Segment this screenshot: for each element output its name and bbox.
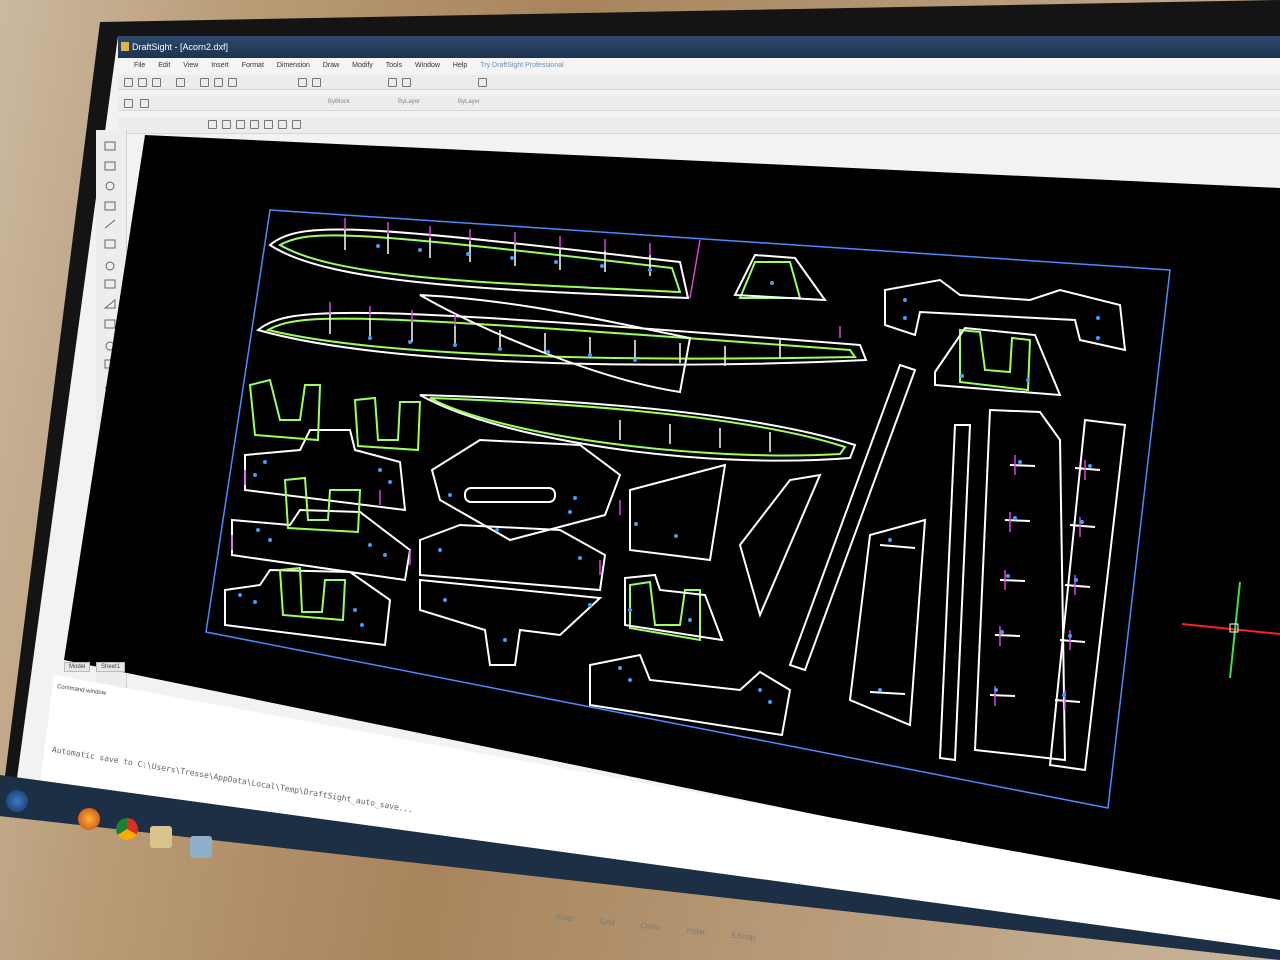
paste-icon[interactable] <box>228 78 237 87</box>
redo-icon[interactable] <box>312 78 321 87</box>
menu-edit[interactable]: Edit <box>158 58 170 74</box>
rib-5 <box>419 523 607 592</box>
polyline-tool-icon[interactable] <box>222 120 231 129</box>
long-strip-1 <box>788 363 917 672</box>
u-bracket-6 <box>959 328 1032 392</box>
menu-view[interactable]: View <box>183 58 198 74</box>
menu-modify[interactable]: Modify <box>352 58 373 74</box>
menu-file[interactable]: File <box>134 58 145 74</box>
rib-3 <box>224 568 392 647</box>
status-grid[interactable]: Grid <box>599 917 615 928</box>
window-title: DraftSight - [Acorn2.dxf] <box>132 42 229 52</box>
rectangle-tool-icon[interactable] <box>264 120 273 129</box>
layout-tabs: Model Sheet1 <box>58 660 258 674</box>
circle-tool-icon[interactable] <box>250 120 259 129</box>
line-tool-icon[interactable] <box>208 120 217 129</box>
menu-insert[interactable]: Insert <box>211 58 229 74</box>
arc-tool-icon[interactable] <box>236 120 245 129</box>
firefox-icon[interactable] <box>78 808 100 830</box>
menu-bar: File Edit View Insert Format Dimension D… <box>118 58 1280 74</box>
print-icon[interactable] <box>176 78 185 87</box>
tab-sheet1[interactable]: Sheet1 <box>96 662 126 672</box>
layer-manager-icon[interactable] <box>124 99 133 108</box>
explorer-icon[interactable] <box>150 826 172 848</box>
status-polar[interactable]: Polar <box>686 926 706 937</box>
status-snap[interactable]: Snap <box>555 912 575 923</box>
text-tool-icon[interactable] <box>292 120 301 129</box>
layer-state-icon[interactable] <box>140 99 149 108</box>
undo-icon[interactable] <box>298 78 307 87</box>
rib-6 <box>419 578 603 666</box>
layer-dropdown[interactable]: ByBlock <box>328 99 350 105</box>
long-strip-2 <box>938 424 972 762</box>
status-ortho[interactable]: Ortho <box>640 921 661 932</box>
open-file-icon[interactable] <box>138 78 147 87</box>
u-bracket-2 <box>353 396 422 452</box>
title-bar: DraftSight - [Acorn2.dxf] <box>118 36 1280 58</box>
cut-icon[interactable] <box>200 78 209 87</box>
new-file-icon[interactable] <box>124 78 133 87</box>
menu-draw[interactable]: Draw <box>323 58 339 74</box>
u-bracket-3 <box>283 476 362 534</box>
spar-4 <box>419 394 857 462</box>
windows-start-icon[interactable] <box>6 790 28 812</box>
pan-icon[interactable] <box>388 78 397 87</box>
menu-format[interactable]: Format <box>242 58 264 74</box>
top-bracket <box>884 278 1127 352</box>
standard-toolbar <box>118 75 1280 90</box>
plate-3 <box>848 518 927 727</box>
try-professional-link[interactable]: Try DraftSight Professional <box>480 58 563 74</box>
save-icon[interactable] <box>152 78 161 87</box>
chrome-icon[interactable] <box>116 818 138 840</box>
tab-model[interactable]: Model <box>64 662 91 672</box>
copy-icon[interactable] <box>214 78 223 87</box>
draw-toolbar <box>118 117 1280 134</box>
properties-icon[interactable] <box>478 78 487 87</box>
zoom-icon[interactable] <box>402 78 411 87</box>
linestyle-dropdown[interactable]: ByLayer <box>398 99 420 105</box>
properties-toolbar: ByBlock ByLayer ByLayer <box>118 96 1280 111</box>
plate-2 <box>738 473 822 618</box>
plate-1 <box>629 463 727 562</box>
menu-window[interactable]: Window <box>415 58 440 74</box>
menu-help[interactable]: Help <box>453 58 467 74</box>
slot-cutout <box>464 487 556 503</box>
draftsight-app-icon <box>121 42 129 51</box>
menu-tools[interactable]: Tools <box>386 58 402 74</box>
lineweight-dropdown[interactable]: ByLayer <box>458 99 480 105</box>
draftsight-taskbar-icon[interactable] <box>190 836 212 858</box>
u-bracket-4 <box>278 566 347 622</box>
menu-dimension[interactable]: Dimension <box>277 58 310 74</box>
spar-3 <box>419 294 692 394</box>
hatch-tool-icon[interactable] <box>278 120 287 129</box>
